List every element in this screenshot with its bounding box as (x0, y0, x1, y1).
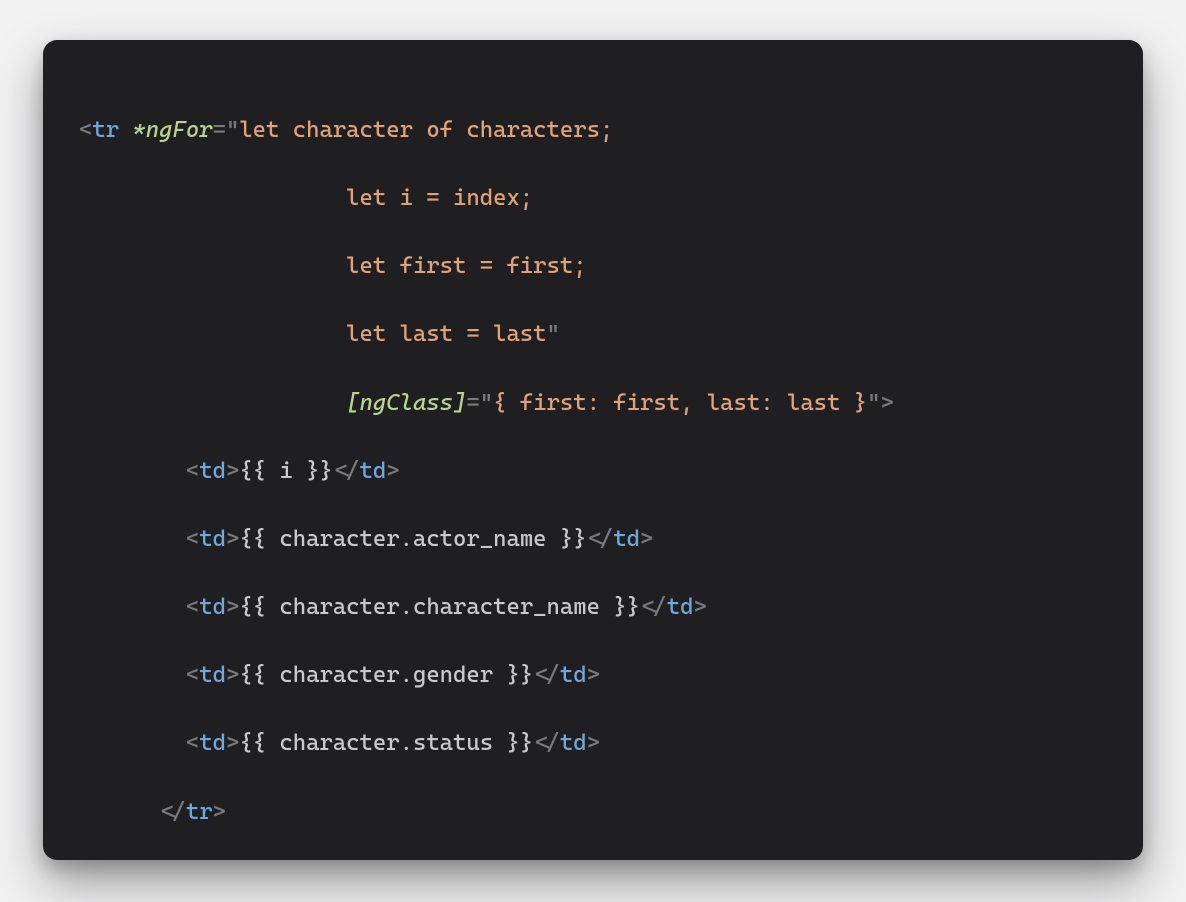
code-token: / (173, 799, 186, 825)
code-line: let first = first; (79, 253, 587, 279)
code-token: / (547, 730, 560, 756)
code-token: td (199, 526, 226, 552)
code-token: > (226, 594, 239, 620)
code-token: > (213, 799, 226, 825)
code-token: {{ character.gender }} (239, 662, 533, 688)
code-token: > (226, 730, 239, 756)
code-token: > (880, 390, 893, 416)
code-token (79, 594, 186, 620)
code-token: td (360, 458, 387, 484)
code-token: < (186, 526, 199, 552)
code-token: {{ character.status }} (239, 730, 533, 756)
code-token: let last = last (346, 321, 546, 347)
code-token: > (226, 458, 239, 484)
code-token: / (346, 458, 359, 484)
code-token: {{ character.character_name }} (239, 594, 640, 620)
code-line: <td>{{ character.actor_name }}</td> (79, 526, 653, 552)
code-token (79, 458, 186, 484)
code-token (79, 253, 346, 279)
code-token: [ngClass] (346, 390, 466, 416)
code-token: let first = first; (346, 253, 586, 279)
code-token: " (480, 390, 493, 416)
code-token (79, 185, 346, 211)
code-token: < (533, 730, 546, 756)
code-token (79, 321, 346, 347)
code-token: > (226, 662, 239, 688)
code-line: <td>{{ i }}</td> (79, 458, 400, 484)
code-token: < (333, 458, 346, 484)
code-line: <td>{{ character.gender }}</td> (79, 662, 600, 688)
code-token: td (613, 526, 640, 552)
code-token: < (186, 594, 199, 620)
code-token: {{ character.actor_name }} (239, 526, 586, 552)
code-token (79, 662, 186, 688)
code-token: = (466, 390, 479, 416)
code-token: { first: first, last: last } (493, 390, 867, 416)
code-line: let last = last" (79, 321, 560, 347)
code-card: <tr *ngFor="let character of characters;… (43, 40, 1143, 860)
code-line: let i = index; (79, 185, 533, 211)
code-token: let character of characters; (239, 117, 613, 143)
code-token: < (79, 117, 92, 143)
code-token: td (667, 594, 694, 620)
code-token: / (653, 594, 666, 620)
code-line: </tr> (79, 799, 226, 825)
code-token: " (226, 117, 239, 143)
code-token: {{ i }} (239, 458, 333, 484)
code-token: tr (186, 799, 213, 825)
code-token: td (199, 730, 226, 756)
code-token: > (386, 458, 399, 484)
code-token: / (600, 526, 613, 552)
code-token: > (693, 594, 706, 620)
code-line: <td>{{ character.status }}</td> (79, 730, 600, 756)
code-block[interactable]: <tr *ngFor="let character of characters;… (79, 96, 1107, 846)
code-token (79, 390, 346, 416)
code-token: < (587, 526, 600, 552)
code-token: *ngFor (132, 117, 212, 143)
code-line: <tr *ngFor="let character of characters; (79, 117, 613, 143)
code-token: td (560, 730, 587, 756)
code-token: < (186, 730, 199, 756)
code-token: " (867, 390, 880, 416)
code-token: let i = index; (346, 185, 533, 211)
code-token (79, 730, 186, 756)
code-line: [ngClass]="{ first: first, last: last }"… (79, 390, 894, 416)
code-token: < (159, 799, 172, 825)
code-token: < (640, 594, 653, 620)
code-token: > (640, 526, 653, 552)
code-token: > (226, 526, 239, 552)
code-token: < (533, 662, 546, 688)
code-token: td (199, 594, 226, 620)
code-token: td (199, 458, 226, 484)
code-token (79, 799, 159, 825)
code-token: = (213, 117, 226, 143)
code-token: tr (92, 117, 119, 143)
code-token: < (186, 458, 199, 484)
code-token: > (587, 730, 600, 756)
code-token: > (587, 662, 600, 688)
code-token: < (186, 662, 199, 688)
code-token: / (547, 662, 560, 688)
code-token: td (199, 662, 226, 688)
code-token: " (547, 321, 560, 347)
code-token (119, 117, 132, 143)
code-token (79, 526, 186, 552)
code-line: <td>{{ character.character_name }}</td> (79, 594, 707, 620)
code-token: td (560, 662, 587, 688)
